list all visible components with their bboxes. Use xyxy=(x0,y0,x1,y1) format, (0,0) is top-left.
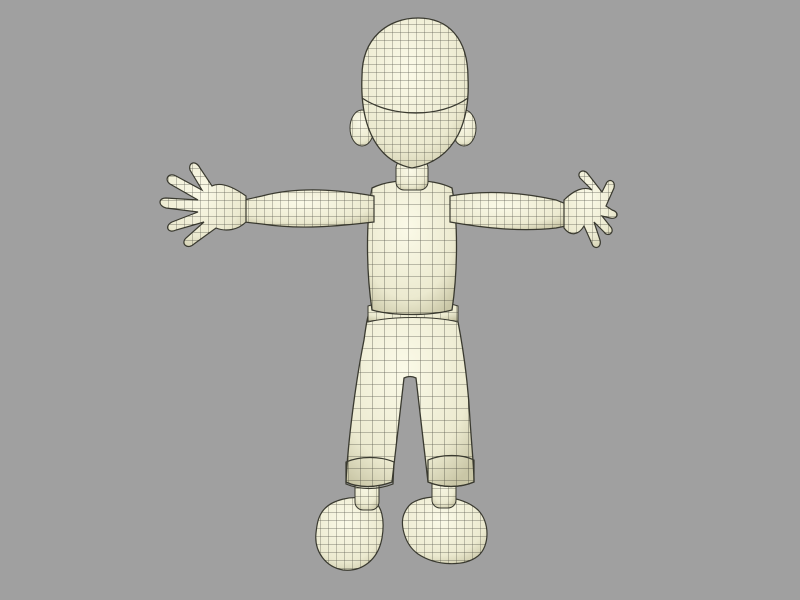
left-arm xyxy=(243,189,375,228)
head xyxy=(361,17,469,169)
torso xyxy=(366,179,458,316)
pants xyxy=(345,299,475,490)
left-hand xyxy=(159,162,247,248)
right-hand xyxy=(563,170,618,249)
character-model xyxy=(159,17,618,571)
right-arm xyxy=(449,191,567,231)
3d-viewport[interactable] xyxy=(0,0,800,600)
